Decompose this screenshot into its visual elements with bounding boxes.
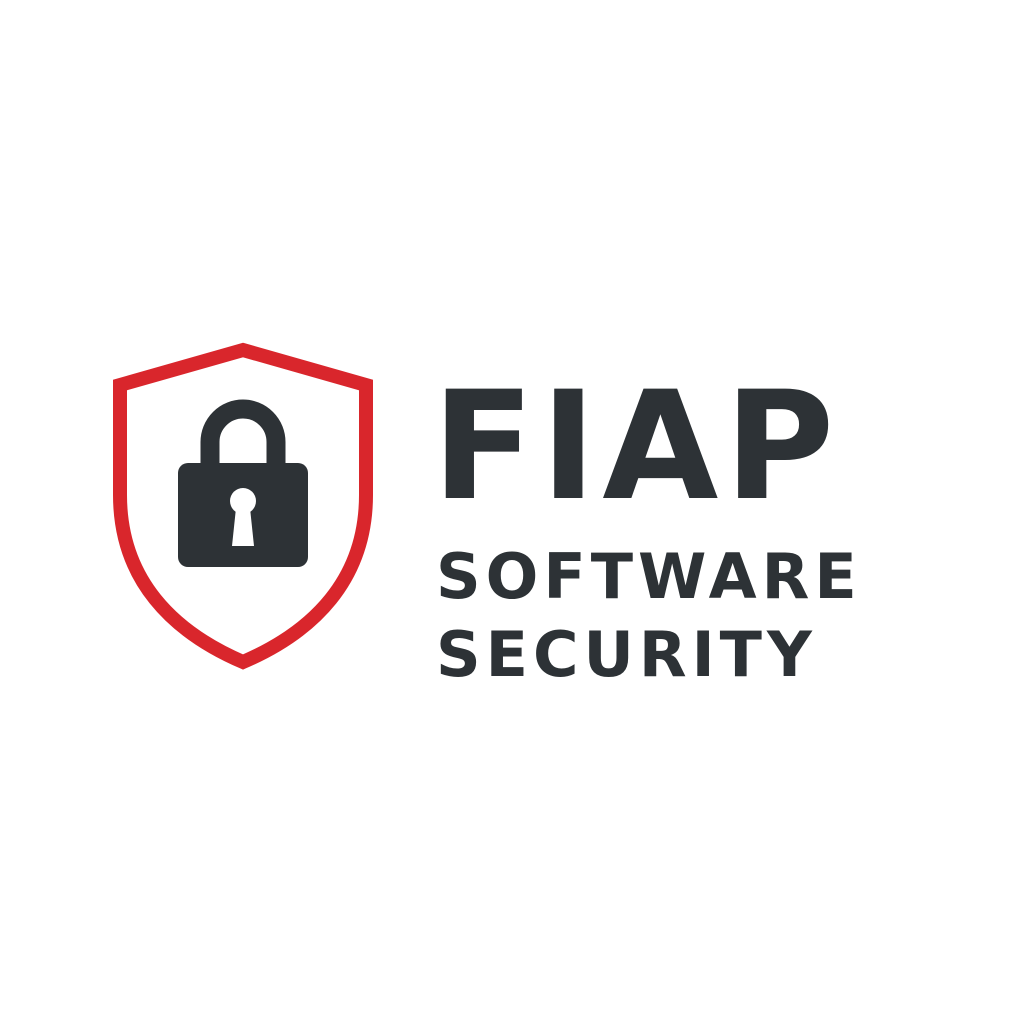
- padlock-shackle: [200, 399, 286, 468]
- padlock-icon: [178, 399, 308, 567]
- wordmark: FIAP SOFTWARE SECURITY: [432, 360, 912, 686]
- logo-canvas: FIAP SOFTWARE SECURITY: [0, 0, 1024, 1024]
- tagline-line-1: SOFTWARE: [436, 540, 862, 613]
- shield-icon: [113, 342, 373, 670]
- tagline-line-2: SECURITY: [436, 618, 817, 691]
- brand-name: FIAP: [432, 360, 841, 534]
